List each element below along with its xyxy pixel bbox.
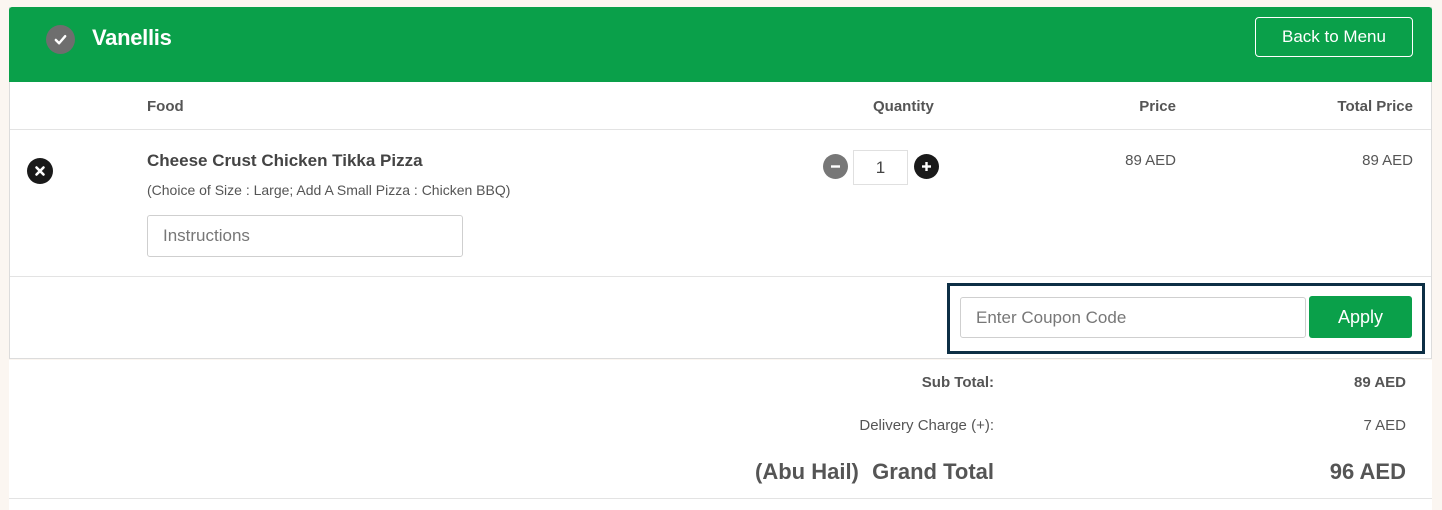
delivery-charge-value: 7 AED: [1363, 417, 1406, 434]
column-header-total-price: Total Price: [1337, 98, 1413, 115]
sub-total-label: Sub Total:: [921, 374, 994, 391]
restaurant-name: Vanellis: [92, 25, 172, 50]
plus-icon[interactable]: [914, 154, 939, 179]
quantity-input[interactable]: [853, 150, 908, 185]
coupon-code-input[interactable]: [960, 297, 1306, 338]
item-name: Cheese Crust Chicken Tikka Pizza: [147, 151, 423, 170]
restaurant-header: Vanellis Back to Menu: [9, 7, 1432, 82]
delivery-charge-label: Delivery Charge (+):: [859, 417, 994, 434]
close-icon[interactable]: [27, 158, 53, 184]
item-options: (Choice of Size : Large; Add A Small Piz…: [147, 182, 511, 198]
grand-total-value: 96 AED: [1329, 459, 1406, 484]
grand-total-label: Grand Total: [872, 459, 994, 484]
item-price: 89 AED: [1125, 152, 1176, 169]
column-header-price: Price: [1139, 98, 1176, 115]
item-total-price: 89 AED: [1362, 152, 1413, 169]
order-summary: [9, 360, 1432, 510]
column-header-food: Food: [147, 98, 184, 115]
divider: [10, 276, 1431, 277]
instructions-input[interactable]: [147, 215, 463, 257]
divider: [10, 129, 1431, 130]
column-header-quantity: Quantity: [873, 98, 934, 115]
back-to-menu-button[interactable]: Back to Menu: [1255, 17, 1413, 57]
minus-icon[interactable]: [823, 154, 848, 179]
sub-total-value: 89 AED: [1354, 374, 1406, 391]
divider: [9, 498, 1432, 499]
check-icon: [46, 25, 75, 54]
apply-coupon-button[interactable]: Apply: [1309, 296, 1412, 338]
delivery-area: (Abu Hail): [755, 459, 859, 484]
